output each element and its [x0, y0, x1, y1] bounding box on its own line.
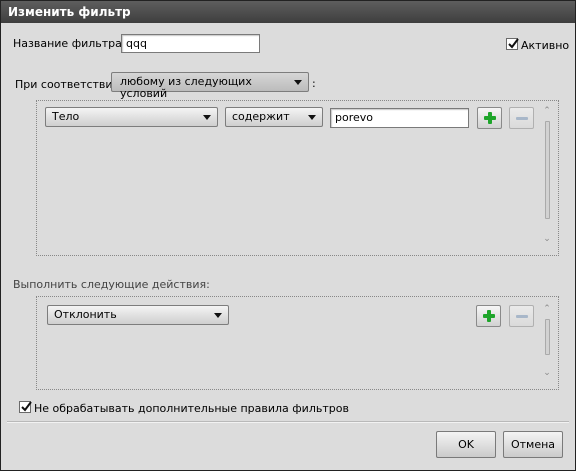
- scroll-track[interactable]: [545, 319, 550, 355]
- scroll-down-icon[interactable]: ⌄: [542, 235, 552, 244]
- stop-rules-label: Не обрабатывать дополнительные правила ф…: [34, 402, 349, 415]
- action-value: Отклонить: [54, 308, 117, 321]
- condition-value-input[interactable]: porevo: [330, 108, 469, 128]
- minus-icon: [516, 117, 528, 120]
- divider: [7, 421, 569, 423]
- condition-operator-select[interactable]: содержит: [225, 107, 323, 127]
- match-prefix-label: При соответствии: [15, 78, 120, 91]
- match-mode-select[interactable]: любому из следующих условий: [111, 72, 309, 100]
- scroll-up-icon[interactable]: ⌃: [542, 305, 552, 314]
- condition-operator-value: содержит: [232, 110, 290, 123]
- chevron-down-icon: [308, 115, 316, 120]
- cancel-button[interactable]: Отмена: [503, 431, 563, 458]
- ok-button[interactable]: OK: [436, 431, 496, 458]
- plus-icon: [483, 310, 495, 322]
- scroll-up-icon[interactable]: ⌃: [542, 107, 552, 116]
- add-action-button[interactable]: [476, 305, 501, 327]
- chevron-down-icon: [203, 115, 211, 120]
- remove-action-button[interactable]: [509, 305, 534, 327]
- active-checkbox[interactable]: [506, 38, 519, 50]
- action-select[interactable]: Отклонить: [47, 305, 229, 325]
- filter-dialog: Изменить фильтр Название фильтра: qqq Ак…: [0, 0, 576, 471]
- actions-scrollbar[interactable]: ⌃ ⌄: [541, 305, 553, 381]
- active-label: Активно: [521, 39, 570, 52]
- add-condition-button[interactable]: [477, 107, 502, 129]
- checkmark-icon: [508, 38, 519, 49]
- remove-condition-button[interactable]: [509, 107, 534, 129]
- chevron-down-icon: [294, 80, 302, 85]
- condition-field-value: Тело: [52, 110, 80, 123]
- dialog-title: Изменить фильтр: [1, 1, 575, 23]
- minus-icon: [516, 315, 528, 318]
- checkmark-icon: [21, 401, 32, 412]
- stop-rules-checkbox[interactable]: [19, 401, 32, 413]
- match-suffix: :: [312, 77, 316, 90]
- actions-label: Выполнить следующие действия:: [13, 278, 210, 291]
- plus-icon: [484, 112, 496, 124]
- match-mode-value: любому из следующих условий: [120, 75, 252, 100]
- filter-name-label: Название фильтра:: [13, 37, 126, 50]
- scroll-down-icon[interactable]: ⌄: [542, 369, 552, 378]
- chevron-down-icon: [214, 313, 222, 318]
- filter-name-input[interactable]: qqq: [121, 34, 260, 53]
- conditions-scrollbar[interactable]: ⌃ ⌄: [541, 107, 553, 247]
- condition-field-select[interactable]: Тело: [45, 107, 218, 127]
- scroll-track[interactable]: [545, 121, 550, 219]
